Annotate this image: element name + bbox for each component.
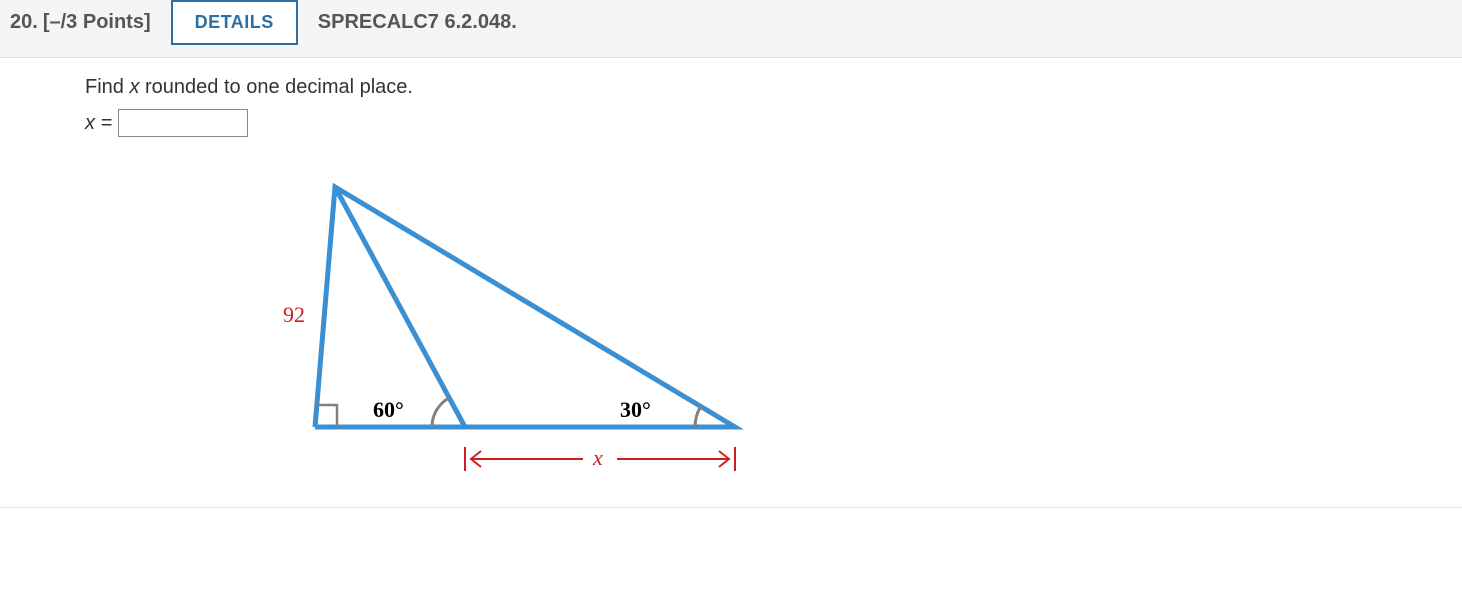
angle30-arc [695,406,701,427]
outer-triangle [315,187,735,427]
question-number: 20. [–/3 Points] [10,11,151,34]
x-dimension-label: x [592,445,603,470]
source-ref: SPRECALC7 6.2.048. [318,11,517,34]
question-content: Find x rounded to one decimal place. x =… [0,58,1462,508]
side-92-label: 92 [283,302,305,327]
inner-cevian [335,187,465,427]
answer-input[interactable] [118,109,248,137]
prompt-after: rounded to one decimal place. [139,76,413,98]
angle-60-label: 60° [373,397,404,422]
question-header: 20. [–/3 Points] DETAILS SPRECALC7 6.2.0… [0,0,1462,58]
answer-row: x = [85,109,1462,137]
angle60-arc [432,398,449,427]
x-dimension: x [465,445,735,471]
points-text: [–/3 Points] [43,11,151,33]
angle-30-label: 30° [620,397,651,422]
details-button[interactable]: DETAILS [171,0,298,45]
prompt-before: Find [85,76,129,98]
prompt-var: x [129,76,139,98]
triangle-figure: 92 60° 30° x [275,167,755,487]
question-prompt: Find x rounded to one decimal place. [85,76,1462,99]
answer-lhs: x = [85,112,112,135]
qnum-text: 20. [10,11,38,33]
